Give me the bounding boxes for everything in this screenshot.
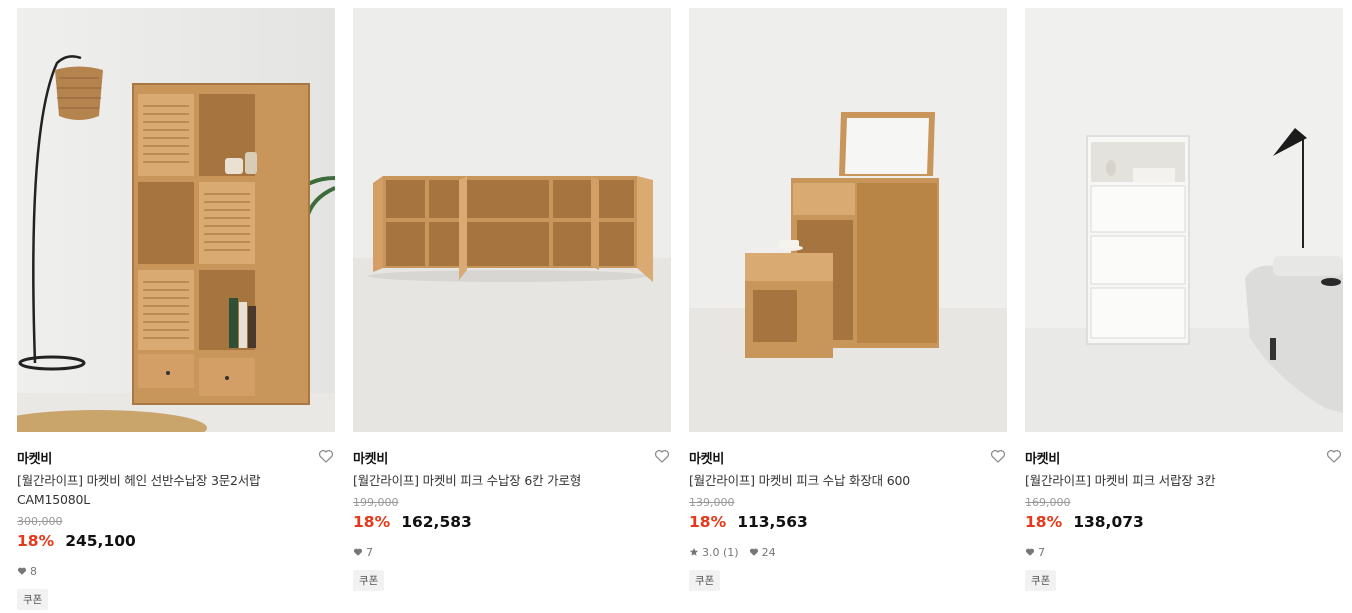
product-image[interactable] [353,8,671,432]
coupon-badge: 쿠폰 [17,589,49,610]
product-grid: 마켓비 [월간라이프] 마켓비 헤인 선반수납장 3문2서랍 CAM15080L… [0,0,1352,613]
original-price: 169,000 [1025,496,1071,509]
product-stats: 7 [1025,544,1343,560]
brand-name[interactable]: 마켓비 [1025,452,1060,467]
product-image[interactable] [17,8,335,432]
heart-filled-icon [353,548,363,556]
like-count: 8 [30,564,37,578]
heart-outline-icon[interactable] [989,447,1007,465]
original-price: 300,000 [17,515,63,528]
discount-rate: 18% [689,513,727,531]
discount-rate: 18% [1025,513,1063,531]
like-count: 24 [761,545,776,559]
price-row: 18% 113,563 [689,512,1007,534]
discount-rate: 18% [353,513,391,531]
coupon-badge: 쿠폰 [1025,570,1057,591]
product-card[interactable]: 마켓비 [월간라이프] 마켓비 피크 서랍장 3칸 169,000 18% 13… [1025,8,1343,591]
heart-filled-icon [749,548,758,556]
product-card[interactable]: 마켓비 [월간라이프] 마켓비 헤인 선반수납장 3문2서랍 CAM15080L… [17,8,335,610]
star-icon [689,547,699,556]
sale-price: 162,583 [401,513,472,531]
sale-price: 113,563 [737,513,808,531]
rating: 3.0 (1) [702,545,739,559]
heart-outline-icon[interactable] [653,447,671,465]
coupon-badge: 쿠폰 [353,570,385,591]
price-row: 18% 138,073 [1025,512,1343,534]
heart-filled-icon [1025,548,1035,556]
heart-filled-icon [17,567,27,575]
price-row: 18% 162,583 [353,512,671,534]
brand-name[interactable]: 마켓비 [353,452,388,467]
product-stats: 3.0 (1) 24 [689,544,1007,560]
brand-name[interactable]: 마켓비 [17,452,52,467]
brand-name[interactable]: 마켓비 [689,452,724,467]
original-price: 139,000 [689,496,735,509]
original-price: 199,000 [353,496,399,509]
product-card[interactable]: 마켓비 [월간라이프] 마켓비 피크 수납 화장대 600 139,000 18… [689,8,1007,591]
product-image[interactable] [1025,8,1343,432]
product-name[interactable]: [월간라이프] 마켓비 피크 수납 화장대 600 [689,471,1007,490]
sale-price: 245,100 [65,532,136,550]
product-card[interactable]: 마켓비 [월간라이프] 마켓비 피크 수납장 6칸 가로형 199,000 18… [353,8,671,591]
like-count: 7 [366,545,373,559]
product-name[interactable]: [월간라이프] 마켓비 피크 수납장 6칸 가로형 [353,471,671,490]
heart-outline-icon[interactable] [1325,447,1343,465]
coupon-badge: 쿠폰 [689,570,721,591]
price-row: 18% 245,100 [17,531,335,553]
product-name[interactable]: [월간라이프] 마켓비 피크 서랍장 3칸 [1025,471,1343,490]
product-image[interactable] [689,8,1007,432]
product-stats: 7 [353,544,671,560]
sale-price: 138,073 [1073,513,1144,531]
product-stats: 8 [17,563,335,579]
discount-rate: 18% [17,532,55,550]
like-count: 7 [1038,545,1045,559]
product-name[interactable]: [월간라이프] 마켓비 헤인 선반수납장 3문2서랍 CAM15080L [17,471,335,509]
heart-outline-icon[interactable] [317,447,335,465]
